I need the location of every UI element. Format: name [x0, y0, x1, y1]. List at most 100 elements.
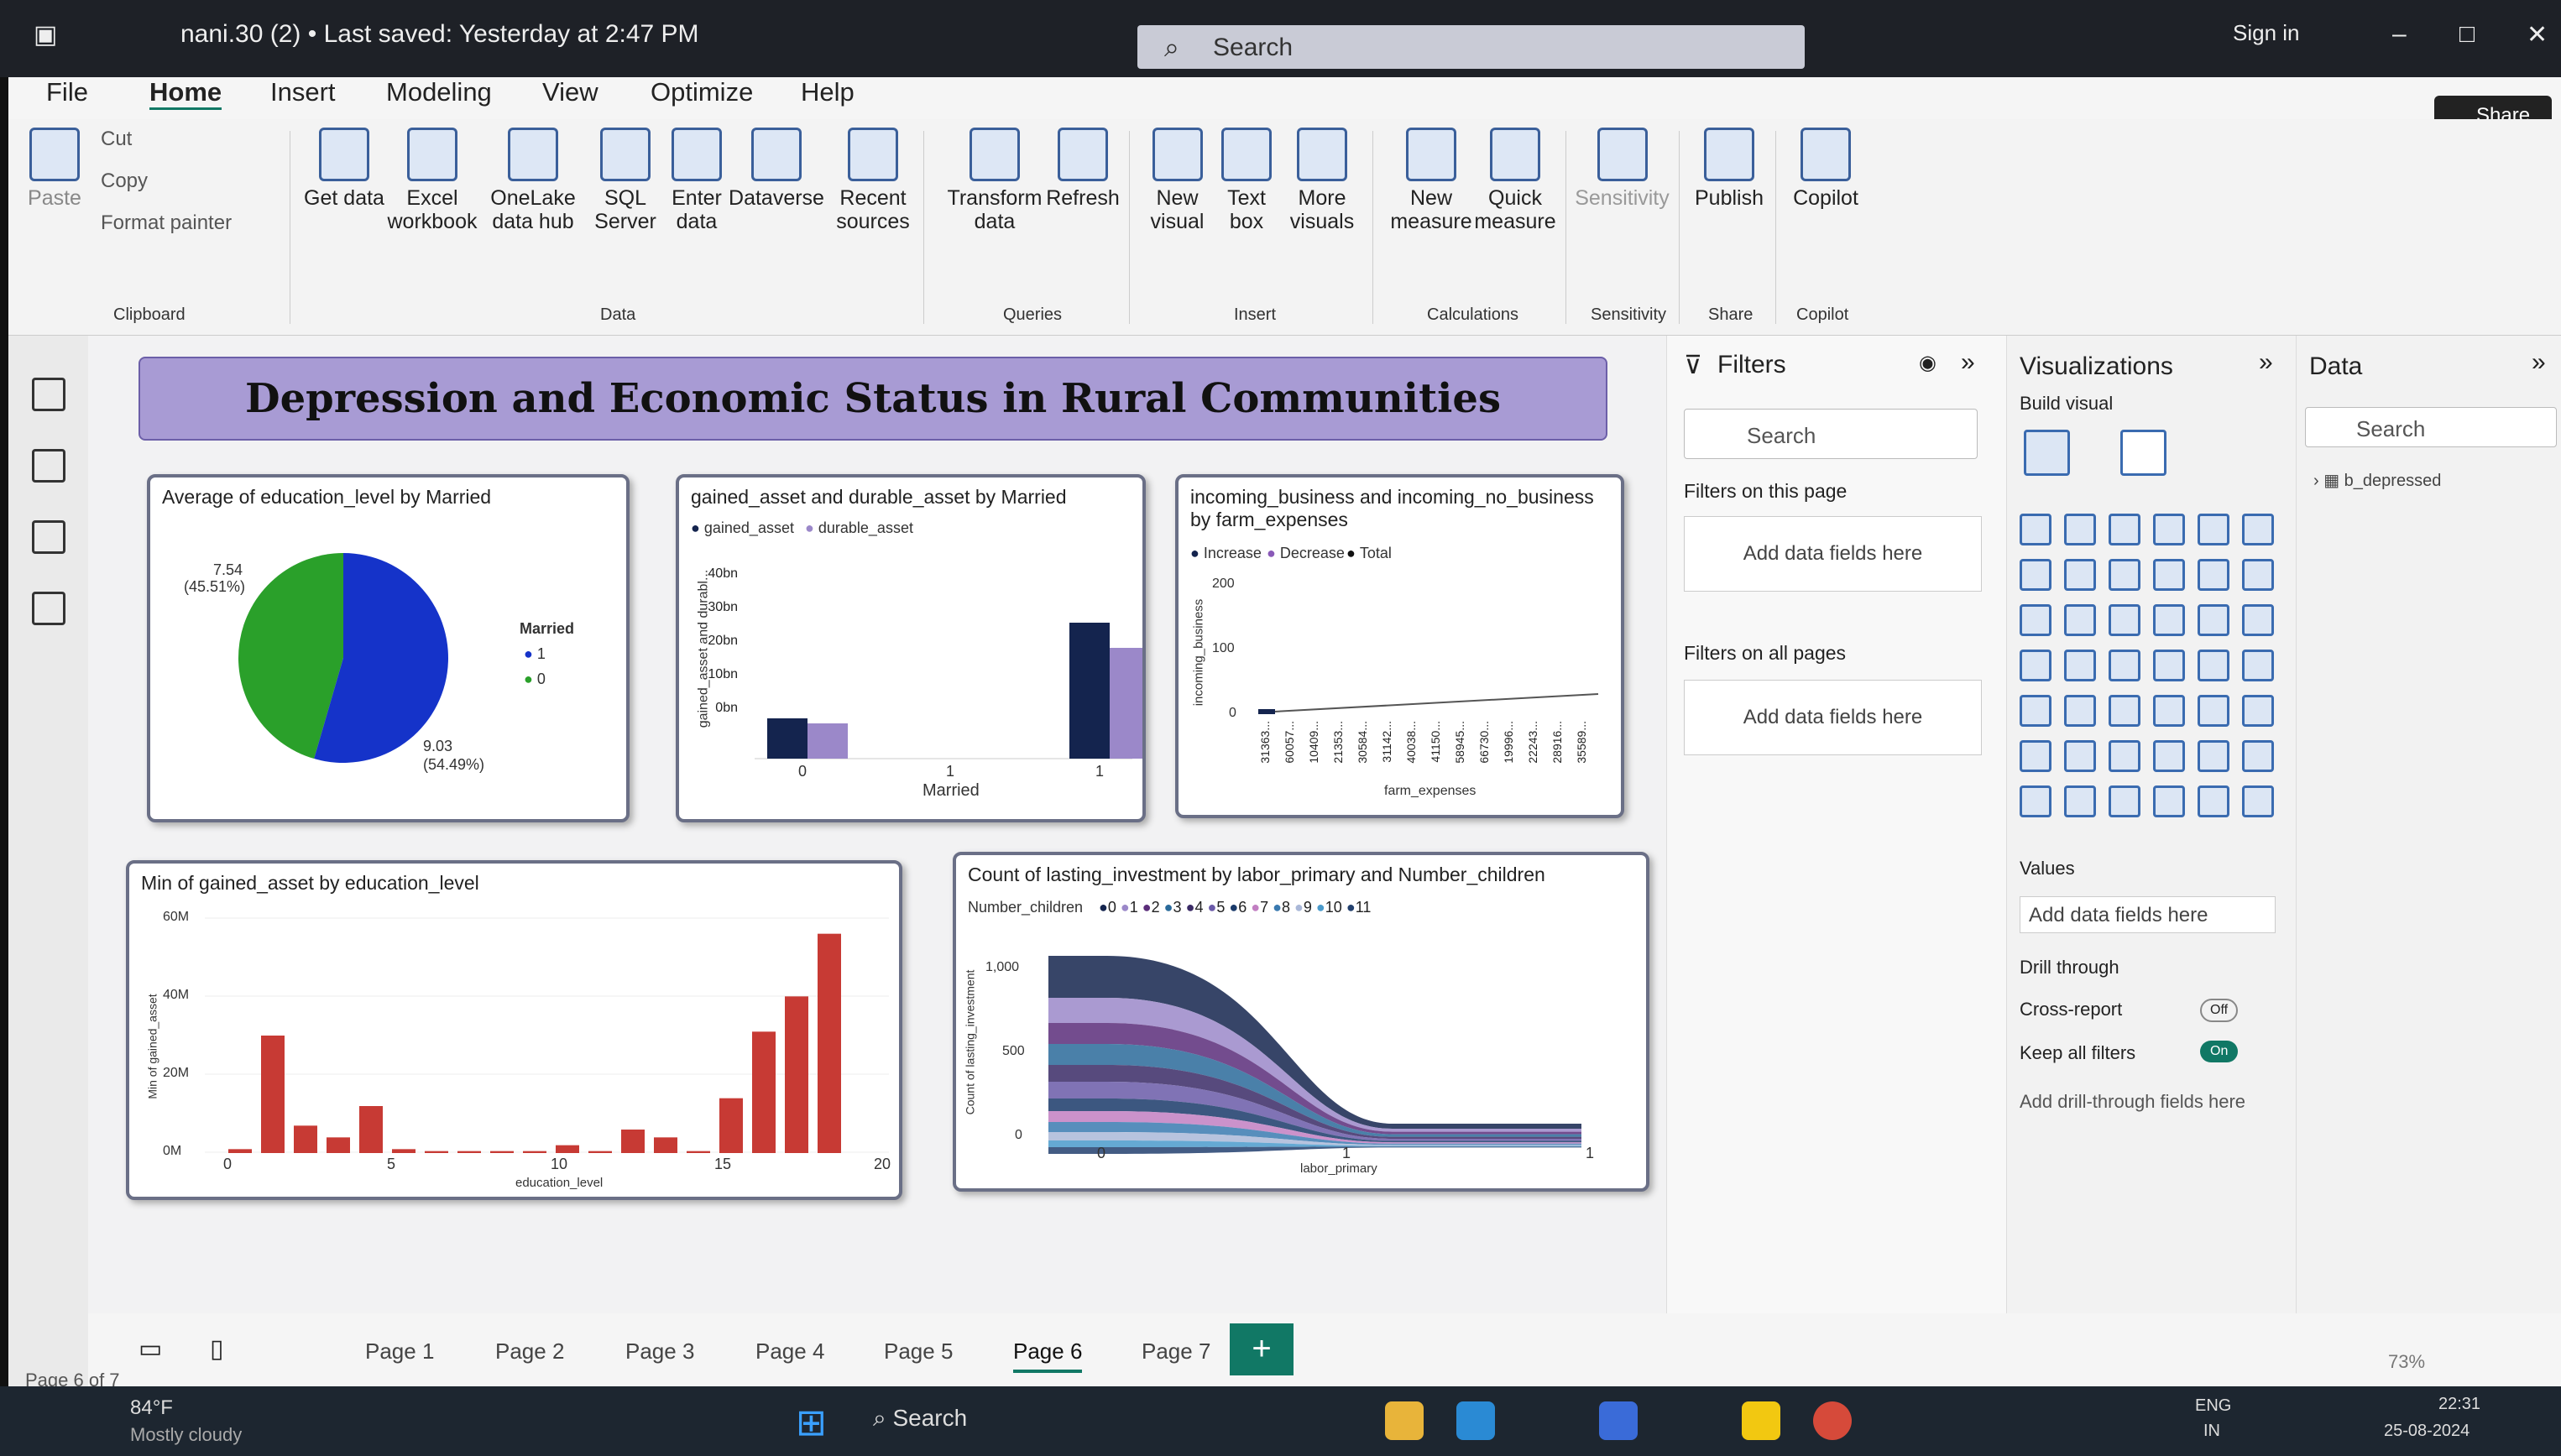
pie-chart[interactable] [150, 478, 626, 819]
visual-type-icon[interactable] [2198, 604, 2229, 636]
refresh-button[interactable]: Refresh [1041, 128, 1125, 210]
data-search-input[interactable]: Search [2305, 407, 2557, 447]
visual-type-icon[interactable] [2198, 650, 2229, 681]
visual-type-icon[interactable] [2198, 785, 2229, 817]
visual-type-icon[interactable] [2064, 740, 2096, 772]
desktop-view-icon[interactable]: ▭ [139, 1334, 162, 1364]
visual-type-icon[interactable] [2020, 740, 2051, 772]
tab-page-2[interactable]: Page 2 [495, 1339, 564, 1365]
values-drop-zone[interactable]: Add data fields here [2020, 896, 2276, 933]
copy-button[interactable]: Copy [101, 170, 148, 193]
visual-type-icon[interactable] [2020, 650, 2051, 681]
visual-type-icon[interactable] [2242, 695, 2274, 727]
bar-education-2[interactable] [294, 1125, 317, 1153]
visual-type-icon[interactable] [2020, 695, 2051, 727]
report-view-icon[interactable] [32, 378, 65, 411]
asset-bar-chart[interactable] [679, 478, 1142, 819]
bar-durable_asset[interactable] [807, 723, 848, 759]
visual-type-icon[interactable] [2109, 559, 2140, 591]
cross-report-toggle[interactable]: Off [2200, 999, 2239, 1022]
collapse-icon[interactable]: » [1961, 348, 1975, 377]
menu-home[interactable]: Home [149, 77, 222, 110]
drill-drop-zone[interactable]: Add drill-through fields here [2020, 1091, 2245, 1113]
dax-view-icon[interactable] [32, 592, 65, 625]
visual-type-icon[interactable] [2109, 740, 2140, 772]
red-bar-chart-card[interactable]: Min of gained_asset by education_level M… [126, 860, 902, 1200]
mobile-view-icon[interactable]: ▯ [210, 1334, 224, 1364]
save-icon[interactable]: ▣ [34, 20, 57, 50]
visual-type-icon[interactable] [2020, 785, 2051, 817]
powerbi-icon[interactable] [1742, 1401, 1780, 1440]
clock-date[interactable]: 25-08-2024 [2384, 1422, 2470, 1441]
tab-page-6[interactable]: Page 6 [1013, 1339, 1083, 1373]
filter-drop-zone[interactable]: Add data fields here [1684, 516, 1982, 592]
data-table-item[interactable]: › ▦ b_depressed [2313, 470, 2441, 491]
bar-education-7[interactable] [457, 1151, 481, 1153]
add-page-button[interactable]: + [1230, 1323, 1294, 1375]
visual-type-icon[interactable] [2064, 650, 2096, 681]
visual-type-icon[interactable] [2153, 604, 2185, 636]
bar-education-12[interactable] [621, 1130, 645, 1153]
visual-type-icon[interactable] [2242, 604, 2274, 636]
visual-type-icon[interactable] [2109, 785, 2140, 817]
collapse-icon[interactable]: » [2532, 348, 2546, 377]
sign-in[interactable]: Sign in [2233, 20, 2300, 46]
paste-button[interactable]: Paste [21, 128, 88, 210]
visual-type-icon[interactable] [2153, 559, 2185, 591]
visual-type-icon[interactable] [2020, 604, 2051, 636]
ribbon-band[interactable] [1048, 1146, 1581, 1154]
ribbon-chart-card[interactable]: Count of lasting_investment by labor_pri… [953, 852, 1649, 1192]
sensitivity-button[interactable]: Sensitivity [1574, 128, 1670, 210]
legend-item-1[interactable]: ● 1 [524, 645, 546, 663]
format-painter-button[interactable]: Format painter [101, 211, 232, 235]
visual-type-icon[interactable] [2153, 785, 2185, 817]
menu-insert[interactable]: Insert [270, 77, 336, 107]
clock-time[interactable]: 22:31 [2438, 1395, 2480, 1414]
copilot-button[interactable]: Copilot [1784, 128, 1868, 210]
new-measure-button[interactable]: New measure [1385, 128, 1477, 233]
table-view-icon[interactable] [32, 449, 65, 483]
doc-title[interactable]: nani.30 (2) • Last saved: Yesterday at 2… [180, 20, 699, 49]
tab-page-1[interactable]: Page 1 [365, 1339, 434, 1365]
visual-type-icon[interactable] [2242, 785, 2274, 817]
sql-button[interactable]: SQL Server [588, 128, 663, 233]
enter-data-button[interactable]: Enter data [659, 128, 734, 233]
visual-type-icon[interactable] [2153, 695, 2185, 727]
visual-type-icon[interactable] [2242, 559, 2274, 591]
bar-education-18[interactable] [818, 933, 841, 1153]
visual-type-icon[interactable] [2064, 514, 2096, 545]
visual-type-icon[interactable] [2064, 695, 2096, 727]
dataverse-button[interactable]: Dataverse [726, 128, 827, 210]
tab-page-4[interactable]: Page 4 [755, 1339, 824, 1365]
bar-education-8[interactable] [490, 1151, 514, 1153]
more-visuals-button[interactable]: More visuals [1280, 128, 1364, 233]
visual-type-icon[interactable] [2109, 650, 2140, 681]
ribbon-chart[interactable] [956, 855, 1646, 1188]
waterfall-chart-card[interactable]: incoming_business and incoming_no_busine… [1175, 474, 1624, 818]
visual-type-icon[interactable] [2109, 604, 2140, 636]
zoom-level[interactable]: 73% [2388, 1351, 2425, 1373]
weather-temp[interactable]: 84°F [130, 1396, 173, 1420]
visual-type-icon[interactable] [2153, 740, 2185, 772]
taskbar-search[interactable]: ⌕ Search [873, 1405, 967, 1433]
bar-education-14[interactable] [687, 1151, 710, 1153]
visual-type-icon[interactable] [2198, 514, 2229, 545]
visual-type-icon[interactable] [2020, 514, 2051, 545]
visual-type-icon[interactable] [2242, 514, 2274, 545]
visual-type-icon[interactable] [2064, 604, 2096, 636]
visual-type-icon[interactable] [2242, 650, 2274, 681]
store-icon[interactable] [1599, 1401, 1638, 1440]
bar-education-15[interactable] [719, 1098, 743, 1153]
visual-type-icon[interactable] [2198, 740, 2229, 772]
visual-type-icon[interactable] [2242, 740, 2274, 772]
bar-education-3[interactable] [327, 1137, 350, 1153]
visual-type-icon[interactable] [2153, 650, 2185, 681]
bar-gained_asset[interactable] [1069, 623, 1110, 759]
text-box-button[interactable]: Text box [1213, 128, 1280, 233]
build-visual-icon[interactable] [2024, 430, 2070, 476]
filter-search-input[interactable]: Search [1684, 409, 1978, 459]
edge-icon[interactable] [1456, 1401, 1495, 1440]
bar-education-10[interactable] [556, 1145, 579, 1153]
keep-filters-toggle[interactable]: On [2200, 1041, 2239, 1062]
bar-education-17[interactable] [785, 996, 808, 1153]
